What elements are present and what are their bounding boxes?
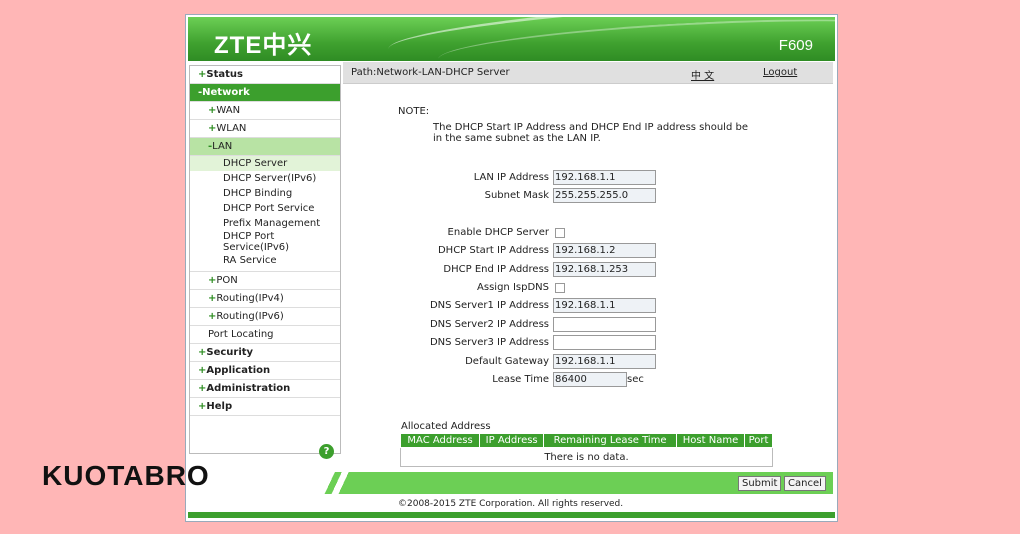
dns2-input[interactable] <box>553 317 656 332</box>
sidebar-item-status[interactable]: +Status <box>190 66 340 84</box>
dns3-label: DNS Server3 IP Address <box>429 337 549 348</box>
subnet-mask-input[interactable]: 255.255.255.0 <box>553 188 656 203</box>
submit-button[interactable]: Submit <box>738 476 782 491</box>
lan-ip-input[interactable]: 192.168.1.1 <box>553 170 656 185</box>
note-text: The DHCP Start IP Address and DHCP End I… <box>433 122 748 144</box>
dhcp-start-label: DHCP Start IP Address <box>437 245 549 256</box>
router-page: ZTE中兴 F609 +Status -Network +WAN +WLAN -… <box>185 14 838 522</box>
sidebar-subitem-ra-service[interactable]: RA Service <box>190 253 340 268</box>
logout-link[interactable]: Logout <box>763 67 797 78</box>
dhcp-start-input[interactable]: 192.168.1.2 <box>553 243 656 258</box>
assign-isp-dns-label: Assign IspDNS <box>477 282 549 293</box>
enable-dhcp-checkbox[interactable] <box>555 228 565 238</box>
copyright-text: ©2008-2015 ZTE Corporation. All rights r… <box>398 499 624 509</box>
lan-ip-row: LAN IP Address 192.168.1.1 <box>343 170 833 186</box>
dns1-row: DNS Server1 IP Address 192.168.1.1 <box>343 298 833 314</box>
kuotabro-watermark-logo: KUOTABRO <box>42 460 210 491</box>
lease-time-row: Lease Time 86400 sec <box>343 372 833 388</box>
gateway-row: Default Gateway 192.168.1.1 <box>343 354 833 370</box>
path-bar: Path:Network-LAN-DHCP Server 中 文 Logout <box>343 62 833 84</box>
sidebar-item-lan[interactable]: -LAN <box>190 138 340 156</box>
dns2-label: DNS Server2 IP Address <box>429 319 549 330</box>
enable-dhcp-label: Enable DHCP Server <box>447 227 549 238</box>
dhcp-end-label: DHCP End IP Address <box>443 264 549 275</box>
header-banner: ZTE中兴 F609 <box>188 17 835 61</box>
note-label: NOTE: <box>398 106 430 117</box>
model-name: F609 <box>778 37 813 54</box>
cancel-button[interactable]: Cancel <box>784 476 826 491</box>
sidebar-subitem-dhcp-port-service[interactable]: DHCP Port Service <box>190 201 340 216</box>
sidebar-item-security[interactable]: +Security <box>190 344 340 362</box>
dhcp-form: NOTE: The DHCP Start IP Address and DHCP… <box>343 84 833 467</box>
lease-time-input[interactable]: 86400 <box>553 372 627 387</box>
sidebar-item-administration[interactable]: +Administration <box>190 380 340 398</box>
column-header: Host Name <box>675 433 746 448</box>
empty-table-message: There is no data. <box>400 447 773 467</box>
dns3-input[interactable] <box>553 335 656 350</box>
subnet-mask-row: Subnet Mask 255.255.255.0 <box>343 188 833 204</box>
sidebar-item-pon[interactable]: +PON <box>190 272 340 290</box>
zte-logo: ZTE中兴 <box>214 32 313 59</box>
breadcrumb: Path:Network-LAN-DHCP Server <box>351 67 510 78</box>
enable-dhcp-row: Enable DHCP Server <box>343 225 833 241</box>
column-header: Remaining Lease Time <box>543 433 677 448</box>
column-header: Port <box>744 433 773 448</box>
dhcp-end-input[interactable]: 192.168.1.253 <box>553 262 656 277</box>
lease-time-unit: sec <box>627 374 644 385</box>
sidebar-subitem-prefix-management[interactable]: Prefix Management <box>190 216 340 231</box>
gateway-label: Default Gateway <box>465 356 549 367</box>
dns2-row: DNS Server2 IP Address <box>343 317 833 333</box>
assign-isp-dns-checkbox[interactable] <box>555 283 565 293</box>
sidebar-nav: +Status -Network +WAN +WLAN -LAN DHCP Se… <box>189 65 341 459</box>
sidebar-item-routing-ipv6[interactable]: +Routing(IPv6) <box>190 308 340 326</box>
sidebar-item-help[interactable]: +Help <box>190 398 340 416</box>
allocated-address-table: MAC Address IP Address Remaining Lease T… <box>399 433 773 467</box>
column-header: IP Address <box>479 433 545 448</box>
sidebar-item-wlan[interactable]: +WLAN <box>190 120 340 138</box>
sidebar-item-wan[interactable]: +WAN <box>190 102 340 120</box>
lease-time-label: Lease Time <box>492 374 549 385</box>
sidebar-subitem-dhcp-server[interactable]: DHCP Server <box>190 156 340 171</box>
sidebar-item-port-locating[interactable]: Port Locating <box>190 326 340 344</box>
sidebar-item-routing-ipv4[interactable]: +Routing(IPv4) <box>190 290 340 308</box>
sidebar-subitem-dhcp-server-ipv6[interactable]: DHCP Server(IPv6) <box>190 171 340 186</box>
dhcp-end-row: DHCP End IP Address 192.168.1.253 <box>343 262 833 278</box>
allocated-address-title: Allocated Address <box>401 421 491 432</box>
help-icon[interactable]: ? <box>319 444 334 459</box>
column-header: MAC Address <box>399 433 481 448</box>
subnet-mask-label: Subnet Mask <box>484 190 549 201</box>
dns1-label: DNS Server1 IP Address <box>429 300 549 311</box>
dns3-row: DNS Server3 IP Address <box>343 335 833 351</box>
gateway-input[interactable]: 192.168.1.1 <box>553 354 656 369</box>
dns1-input[interactable]: 192.168.1.1 <box>553 298 656 313</box>
assign-isp-dns-row: Assign IspDNS <box>343 280 833 296</box>
sidebar-item-network[interactable]: -Network <box>190 84 340 102</box>
sidebar-subitem-dhcp-binding[interactable]: DHCP Binding <box>190 186 340 201</box>
language-link[interactable]: 中 文 <box>691 67 714 82</box>
dhcp-start-row: DHCP Start IP Address 192.168.1.2 <box>343 243 833 259</box>
lan-ip-label: LAN IP Address <box>473 172 549 183</box>
button-bar: Submit Cancel <box>321 472 833 494</box>
sidebar-item-application[interactable]: +Application <box>190 362 340 380</box>
sidebar-subitem-dhcp-port-service-ipv6[interactable]: DHCP Port Service(IPv6) <box>190 231 303 253</box>
